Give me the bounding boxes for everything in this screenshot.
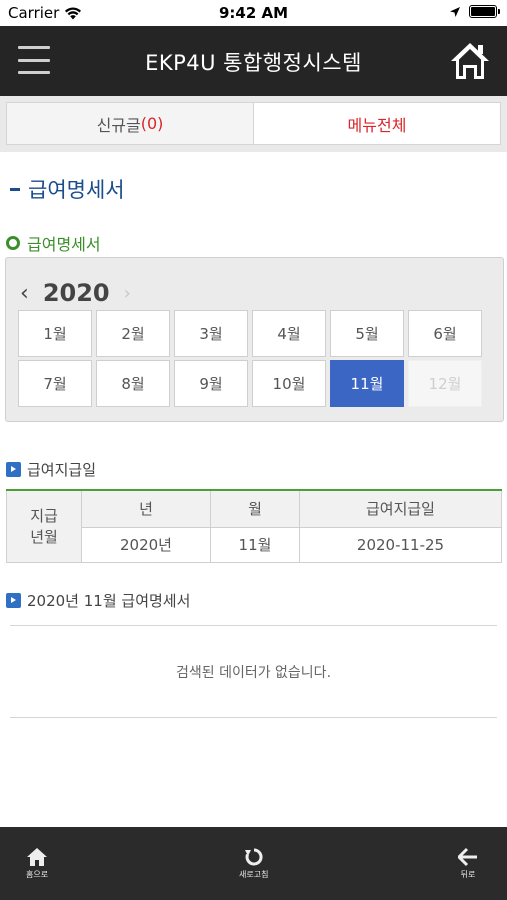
month-button[interactable]: 6월 (408, 310, 482, 357)
year-navigator: ‹ 2020 › (20, 279, 131, 307)
empty-message: 검색된 데이터가 없습니다. (175, 664, 332, 681)
title-dash-icon (10, 187, 20, 191)
app-header: EKP4U 통합행정시스템 (0, 26, 507, 96)
bottom-nav: 홈으로 새로고침 뒤로 (0, 827, 507, 900)
month-button[interactable]: 4월 (252, 310, 326, 357)
back-arrow-icon (458, 847, 477, 867)
nav-home-button[interactable]: 홈으로 (26, 847, 48, 880)
battery-icon (469, 5, 500, 18)
row-header: 지급 년월 (6, 489, 82, 563)
column-header: 급여지급일 (299, 489, 502, 528)
tab-all-menu-label: 메뉴전체 (347, 115, 407, 135)
empty-result: 검색된 데이터가 없습니다. (10, 625, 497, 718)
month-button[interactable]: 1월 (18, 310, 92, 357)
column-header: 년 (81, 489, 211, 528)
new-posts-count: (0) (140, 114, 164, 133)
month-button[interactable]: 9월 (174, 360, 248, 407)
month-button[interactable]: 10월 (252, 360, 326, 407)
payday-table: 지급 년월 년 월 급여지급일 2020년 11월 2020-11-25 (6, 489, 502, 563)
status-right (449, 5, 500, 18)
nav-home-label: 홈으로 (26, 870, 49, 879)
arrow-bullet-icon (6, 593, 21, 608)
status-time: 9:42 AM (218, 4, 289, 22)
app-title: EKP4U 통합행정시스템 (145, 51, 362, 75)
section-header-monthly-statement: 2020년 11월 급여명세서 (6, 590, 190, 611)
month-button: 12월 (408, 360, 482, 407)
table-row: 2020년 11월 2020-11-25 (7, 526, 502, 563)
month-button[interactable]: 2월 (96, 310, 170, 357)
tab-all-menu[interactable]: 메뉴전체 (254, 102, 501, 145)
page-title: 급여명세서 (10, 174, 125, 204)
month-button[interactable]: 3월 (174, 310, 248, 357)
section-header-payday: 급여지급일 (6, 459, 96, 480)
refresh-icon (244, 848, 263, 866)
arrow-bullet-icon (6, 462, 21, 477)
page-title-text: 급여명세서 (28, 178, 125, 202)
month-button[interactable]: 7월 (18, 360, 92, 407)
status-bar: Carrier 9:42 AM (0, 0, 507, 26)
circle-bullet-icon (6, 236, 20, 250)
month-picker: ‹ 2020 › 1월 2월 3월 4월 5월 6월 7월 8월 9월 10월 11월 12월 (5, 257, 504, 422)
nav-back-label: 뒤로 (460, 870, 476, 879)
year-label: 2020 (42, 279, 110, 307)
table-header-row: 지급 년월 년 월 급여지급일 (6, 489, 502, 563)
table-cell-month: 11월 (210, 526, 300, 563)
next-year-button[interactable]: › (124, 283, 131, 304)
table-cell-payday: 2020-11-25 (299, 526, 502, 563)
home-icon (27, 848, 48, 866)
location-arrow-icon (450, 6, 460, 17)
month-button[interactable]: 5월 (330, 310, 404, 357)
section-title: 급여명세서 (27, 235, 101, 254)
section-header-statement: 급여명세서 (6, 231, 101, 255)
month-button[interactable]: 8월 (96, 360, 170, 407)
nav-refresh-button[interactable]: 새로고침 (239, 847, 268, 880)
section-title: 급여지급일 (27, 461, 97, 479)
tab-new-posts[interactable]: 신규글 (0) (6, 102, 254, 145)
month-button[interactable]: 11월 (330, 360, 404, 407)
month-grid: 1월 2월 3월 4월 5월 6월 7월 8월 9월 10월 11월 12월 (18, 310, 484, 407)
top-tabs: 신규글 (0) 메뉴전체 (0, 96, 507, 152)
tab-new-posts-label: 신규글 (96, 115, 141, 135)
nav-refresh-label: 새로고침 (239, 870, 269, 879)
column-header: 월 (210, 489, 300, 528)
section-title: 2020년 11월 급여명세서 (27, 592, 191, 610)
home-icon[interactable] (449, 40, 491, 82)
nav-back-button[interactable]: 뒤로 (458, 847, 478, 880)
table-cell-year: 2020년 (81, 526, 211, 563)
prev-year-button[interactable]: ‹ (20, 281, 29, 306)
